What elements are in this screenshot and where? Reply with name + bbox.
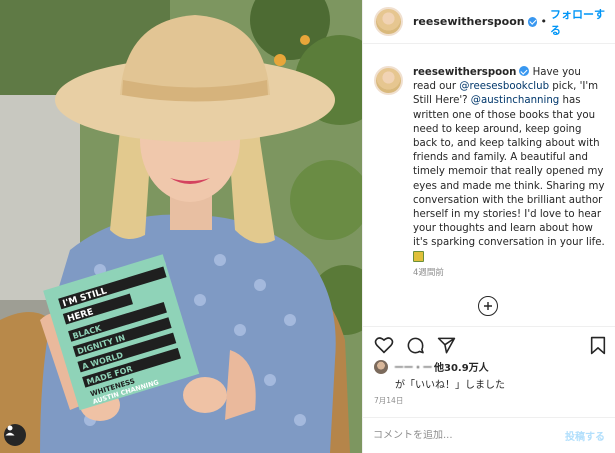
- header-username[interactable]: reesewitherspoon: [413, 15, 525, 28]
- heart-icon[interactable]: [374, 336, 394, 354]
- avatar[interactable]: [374, 7, 403, 36]
- time-ago: 4週間前: [413, 268, 444, 278]
- post-header: reesewitherspoon • フォローする: [363, 0, 615, 44]
- mention-austinchanning[interactable]: @austinchanning: [471, 95, 559, 106]
- post-side-panel: reesewitherspoon • フォローする reesewitherspo…: [362, 0, 615, 453]
- post-photo[interactable]: I'M STILL HERE BLACK DIGNITY IN A WORLD …: [0, 0, 362, 453]
- comment-bar: 投稿する: [363, 417, 615, 453]
- photo-illustration: I'M STILL HERE BLACK DIGNITY IN A WORLD …: [0, 0, 362, 453]
- caption-part3: has written one of those books that you …: [413, 95, 605, 249]
- follow-button[interactable]: フォローする: [550, 6, 615, 38]
- caption-username[interactable]: reesewitherspoon: [413, 67, 516, 78]
- book-emoji-icon: [413, 250, 424, 262]
- bookmark-icon[interactable]: [590, 336, 606, 355]
- likes-suffix: が「いいね！」しました: [395, 380, 505, 391]
- header-separator: •: [540, 15, 547, 28]
- liker-name[interactable]: ーー・ー: [394, 359, 433, 374]
- user-tag-button[interactable]: [4, 424, 26, 446]
- caption-verified-badge-icon: [519, 66, 530, 76]
- caption-avatar[interactable]: [374, 66, 403, 95]
- user-icon: [5, 425, 15, 436]
- liker-avatar: [374, 359, 388, 374]
- post-date: 7月14日: [374, 396, 404, 405]
- mention-reesesbookclub[interactable]: @reesesbookclub: [459, 81, 549, 92]
- load-more-comments-button[interactable]: [478, 296, 498, 316]
- comment-icon[interactable]: [406, 336, 425, 355]
- likes-summary[interactable]: ーー・ー 他30.9万人 が「いいね！」しました: [374, 359, 609, 391]
- likes-count[interactable]: 他30.9万人: [434, 359, 489, 374]
- post-caption: reesewitherspoon Have you read our @rees…: [374, 66, 606, 265]
- share-icon[interactable]: [437, 336, 456, 355]
- plus-icon: [484, 302, 492, 310]
- post-comment-button[interactable]: 投稿する: [565, 428, 605, 443]
- comment-input[interactable]: [373, 430, 565, 441]
- caption-text: reesewitherspoon Have you read our @rees…: [413, 66, 606, 265]
- verified-badge-icon: [527, 16, 538, 27]
